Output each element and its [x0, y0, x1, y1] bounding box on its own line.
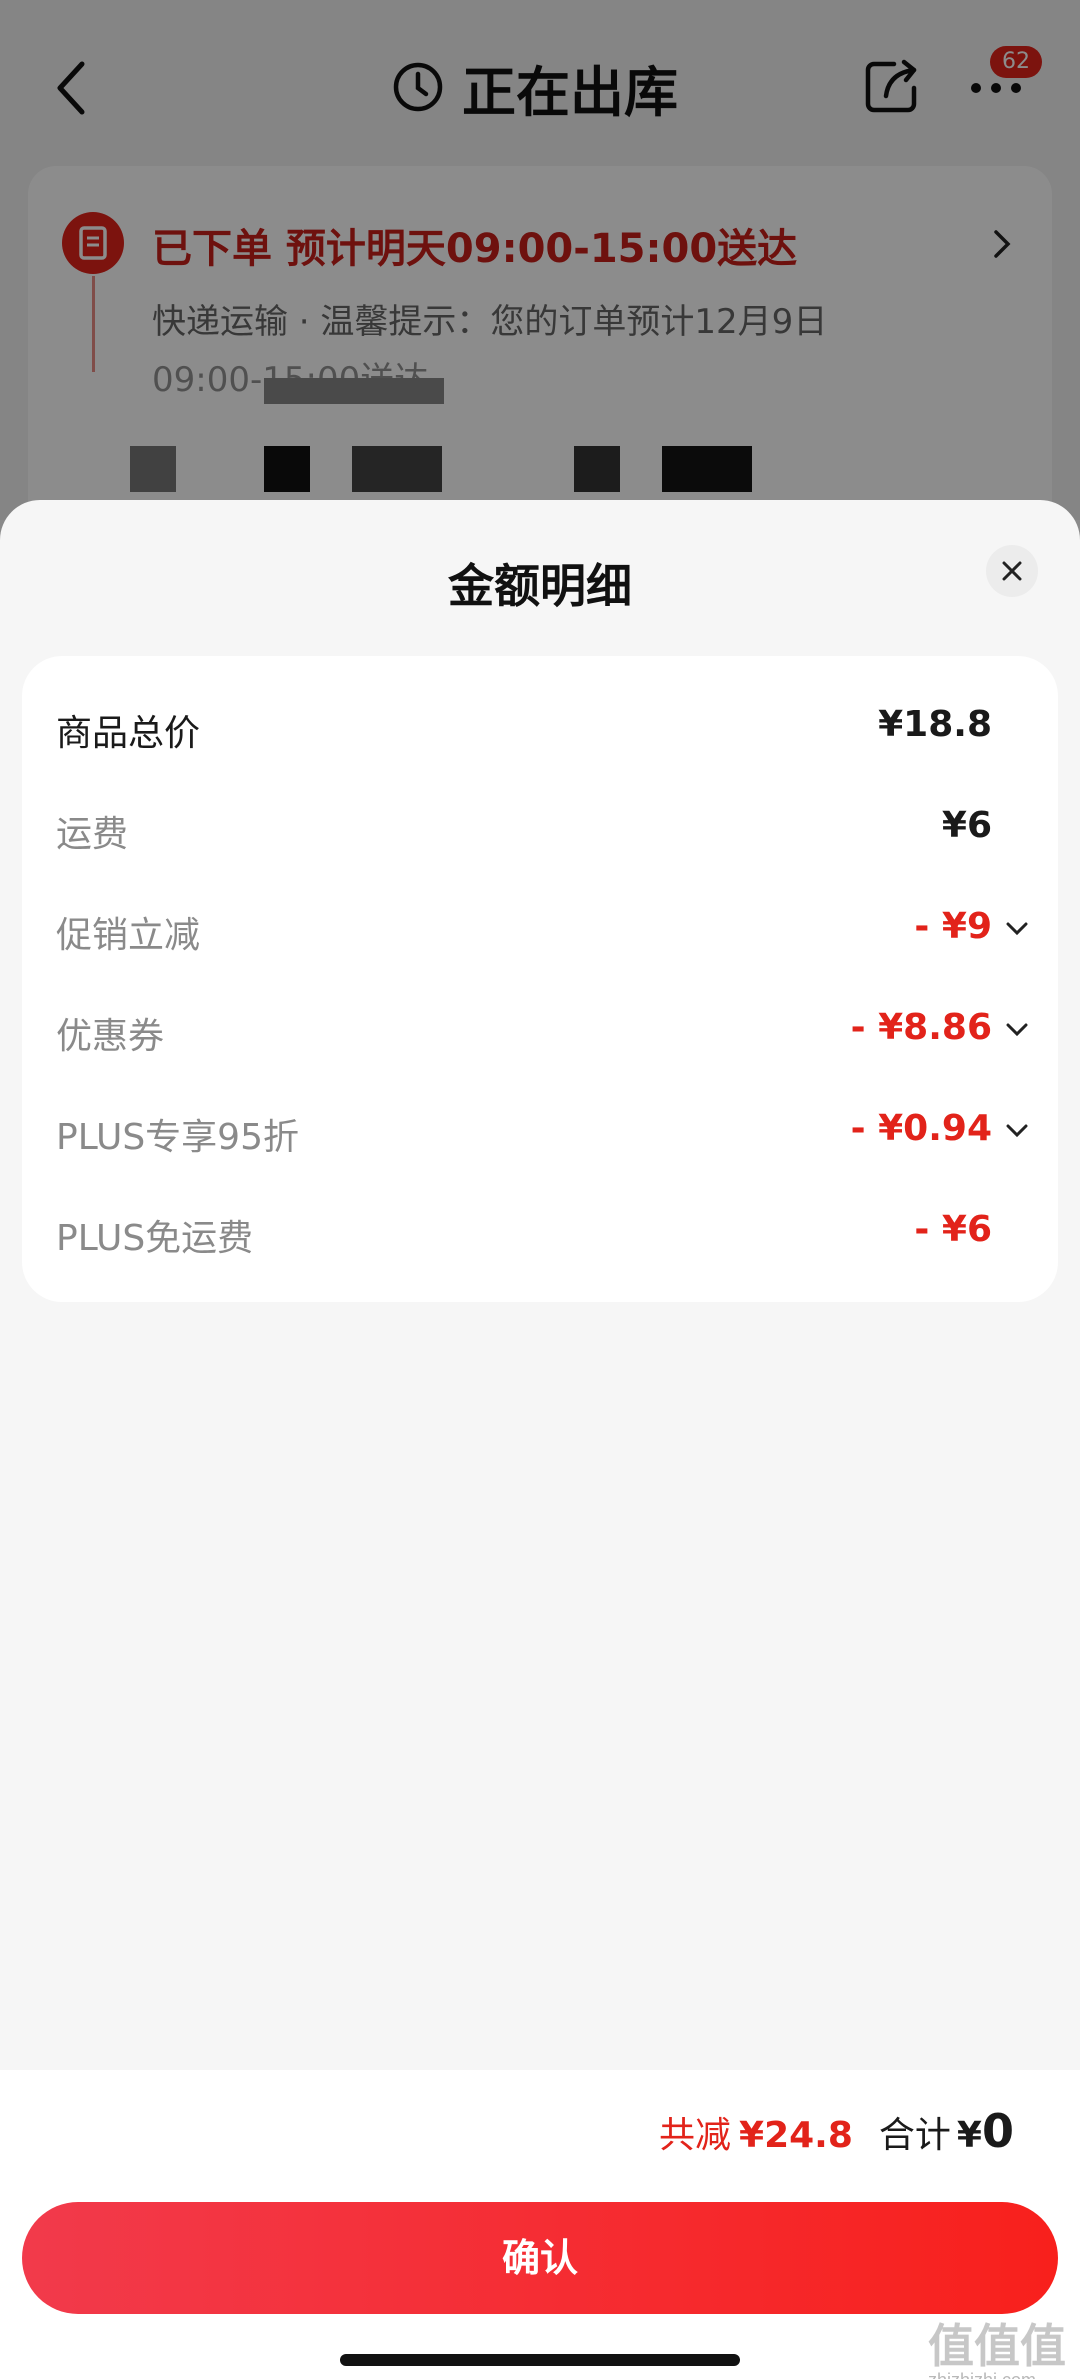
sheet-title: 金额明细	[448, 559, 632, 613]
plus-discount-row[interactable]: PLUS专享95折 - ¥0.94	[22, 1096, 1058, 1166]
close-button[interactable]	[986, 545, 1038, 597]
watermark-site: zhizhizhi.com	[928, 2370, 1066, 2379]
chevron-down-icon[interactable]	[1002, 916, 1032, 942]
row-value: - ¥6	[914, 1209, 992, 1250]
confirm-button[interactable]: 确认	[22, 2202, 1058, 2314]
amount-detail-sheet: 金额明细 商品总价 ¥18.8 运费 ¥6 促销立减 - ¥9 优惠券 - ¥8…	[0, 500, 1080, 2379]
chevron-down-icon[interactable]	[1002, 1017, 1032, 1043]
sheet-footer: 共减 ¥24.8 合计 ¥ 0 确认 值值值 zhizhizhi.com	[0, 2070, 1080, 2379]
order-page-background: 正在出库 62 已下单 预计明天09:00-15:00送达 快递运输 · 温馨提…	[0, 0, 1080, 526]
amount-detail-card: 商品总价 ¥18.8 运费 ¥6 促销立减 - ¥9 优惠券 - ¥8.86 P…	[22, 656, 1058, 1302]
total-value: 0	[981, 2104, 1014, 2158]
total-reduction-value: ¥24.8	[739, 2115, 853, 2156]
goods-total-row: 商品总价 ¥18.8	[22, 692, 1058, 762]
plus-free-shipping-row: PLUS免运费 - ¥6	[22, 1197, 1058, 1267]
watermark: 值值值 zhizhizhi.com	[928, 2310, 1066, 2379]
shipping-fee-row: 运费 ¥6	[22, 793, 1058, 863]
row-value: - ¥0.94	[850, 1108, 992, 1149]
row-label: 优惠券	[56, 1016, 165, 1057]
total-reduction-label: 共减	[659, 2115, 732, 2156]
row-label: PLUS专享95折	[56, 1117, 299, 1158]
coupon-row[interactable]: 优惠券 - ¥8.86	[22, 995, 1058, 1065]
row-label: 商品总价	[56, 713, 201, 754]
promotion-discount-row[interactable]: 促销立减 - ¥9	[22, 894, 1058, 964]
row-label: PLUS免运费	[56, 1218, 254, 1259]
total-currency: ¥	[956, 2115, 982, 2156]
total-label: 合计	[878, 2115, 951, 2156]
row-label: 促销立减	[56, 915, 201, 956]
close-icon	[1002, 561, 1022, 581]
row-value: - ¥8.86	[850, 1007, 992, 1048]
dim-overlay[interactable]	[0, 0, 1080, 520]
chevron-down-icon[interactable]	[1002, 1118, 1032, 1144]
row-value: ¥6	[941, 805, 992, 846]
row-value: ¥18.8	[878, 704, 992, 745]
row-label: 运费	[56, 814, 129, 855]
totals-summary: 共减 ¥24.8 合计 ¥ 0	[659, 2104, 1014, 2158]
watermark-logo: 值值值	[928, 2320, 1066, 2372]
home-indicator[interactable]	[340, 2354, 740, 2366]
row-value: - ¥9	[914, 906, 992, 947]
